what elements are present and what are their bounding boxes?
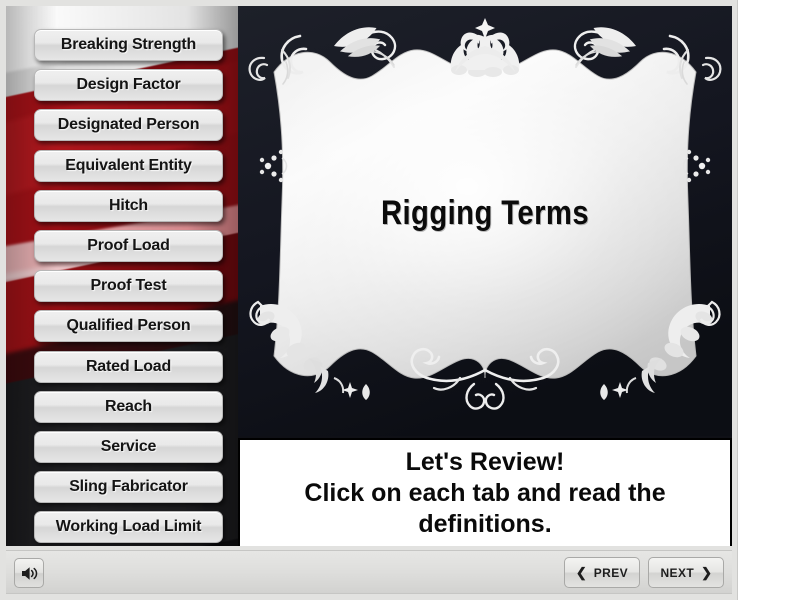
next-button-label: NEXT (660, 565, 695, 580)
term-tab-label: Qualified Person (66, 317, 191, 335)
term-tab-hitch[interactable]: Hitch (34, 189, 223, 222)
review-instruction-line-2: definitions. (418, 509, 552, 538)
term-tab-service[interactable]: Service (34, 431, 223, 463)
term-tab-label: Design Factor (76, 76, 181, 94)
prev-button[interactable]: ❮ PREV (563, 557, 640, 588)
review-instructions-box: Let's Review! Click on each tab and read… (238, 438, 732, 546)
term-tab-label: Breaking Strength (60, 36, 197, 53)
term-tab-label: Service (100, 438, 157, 455)
term-tab-label: Equivalent Entity (65, 156, 192, 174)
term-tab-label: Sling Fabricator (69, 478, 188, 496)
term-tab-label: Proof Test (90, 277, 167, 295)
term-tab-designated-person[interactable]: Designated Person (34, 109, 223, 142)
term-tab-proof-load[interactable]: Proof Load (34, 230, 223, 262)
term-tab-label: Reach (104, 397, 153, 415)
player-shell: Breaking Strength Design Factor Designated… (0, 0, 738, 600)
speaker-icon (21, 566, 37, 580)
next-button[interactable]: NEXT ❯ (648, 557, 724, 588)
volume-button[interactable] (14, 558, 44, 588)
term-tab-label: Designated Person (57, 116, 200, 134)
player-control-bar: ❮ PREV NEXT ❯ (6, 550, 732, 594)
term-tab-label: Rated Load (85, 357, 172, 375)
chevron-left-icon: ❮ (575, 565, 587, 580)
term-tab-label: Proof Load (87, 237, 170, 254)
term-tab-label: Hitch (108, 196, 148, 214)
term-tab-proof-test[interactable]: Proof Test (34, 270, 223, 303)
page-title: Rigging Terms (380, 194, 590, 232)
term-tab-list: Breaking Strength Design Factor Designated… (6, 6, 238, 546)
slide-canvas: Breaking Strength Design Factor Designated… (6, 6, 732, 546)
term-tab-equivalent-entity[interactable]: Equivalent Entity (34, 149, 223, 182)
slide-player: Breaking Strength Design Factor Designated… (0, 0, 800, 600)
content-column: Rigging Terms Let's Review! Click on eac… (238, 6, 732, 546)
prev-button-label: PREV (593, 565, 628, 580)
term-tab-label: Working Load Limit (55, 518, 202, 536)
term-tab-working-load-limit[interactable]: Working Load Limit (34, 511, 223, 544)
review-instruction-line-1: Click on each tab and read the (304, 478, 666, 507)
term-tab-design-factor[interactable]: Design Factor (34, 69, 223, 102)
chevron-right-icon: ❯ (701, 565, 712, 580)
term-tab-sling-fabricator[interactable]: Sling Fabricator (34, 471, 223, 504)
term-tab-reach[interactable]: Reach (34, 390, 223, 423)
review-heading: Let's Review! (405, 447, 565, 476)
term-tab-rated-load[interactable]: Rated Load (34, 350, 223, 383)
term-tab-breaking-strength[interactable]: Breaking Strength (34, 29, 223, 61)
ornate-title-panel: Rigging Terms (238, 6, 732, 436)
term-tab-qualified-person[interactable]: Qualified Person (34, 310, 223, 343)
